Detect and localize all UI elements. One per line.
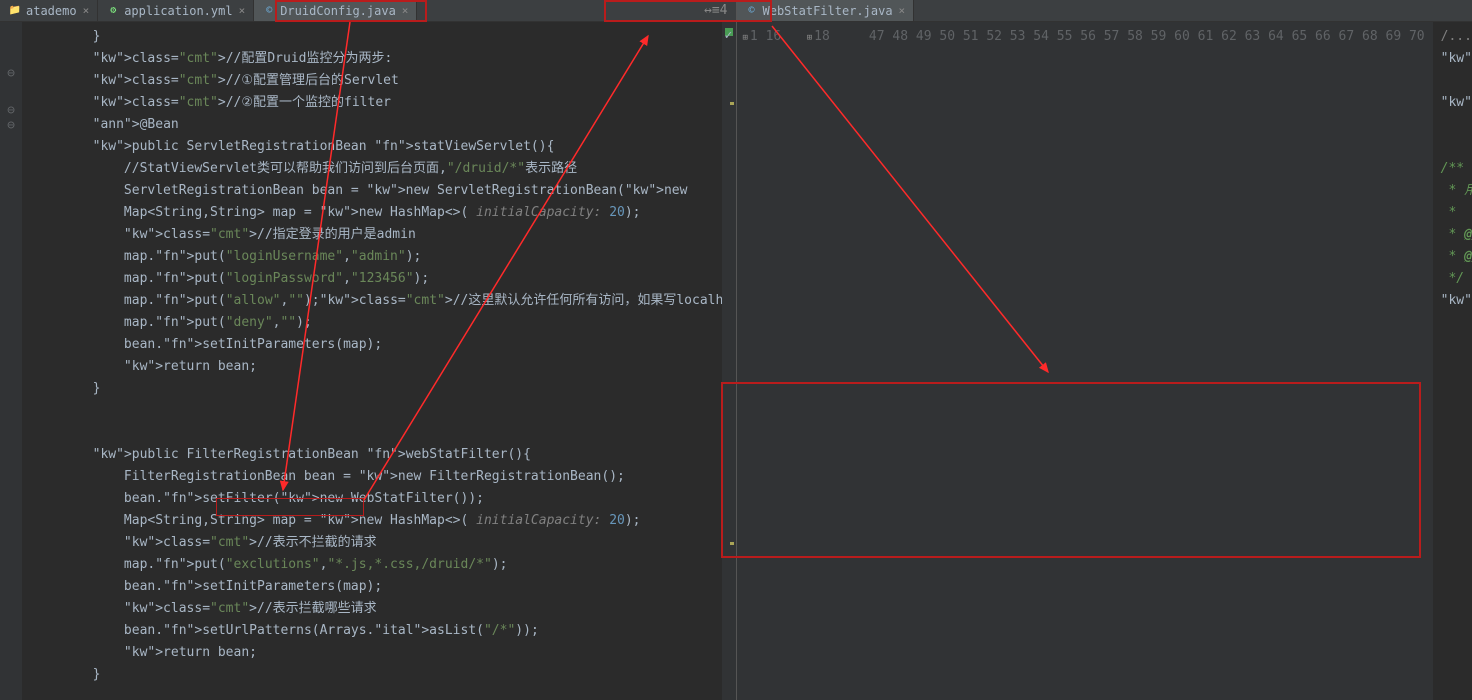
tab-label: DruidConfig.java <box>280 4 396 18</box>
status-ok-mark: ✓ <box>725 28 733 36</box>
tab-application-yml[interactable]: ⚙ application.yml × <box>98 0 254 21</box>
tab-webstatfilter[interactable]: © WebStatFilter.java × <box>737 0 915 21</box>
right-tab-bar: © WebStatFilter.java × <box>737 0 1472 22</box>
left-tab-bar: 📁 atademo × ⚙ application.yml × © DruidC… <box>0 0 736 22</box>
tab-label: atademo <box>26 4 77 18</box>
close-icon[interactable]: × <box>402 4 409 17</box>
class-icon: © <box>745 4 759 18</box>
class-icon: © <box>262 4 276 18</box>
split-indicator[interactable]: ↔≡4 <box>696 0 735 21</box>
right-code[interactable]: /.../ "kw">package com.alibaba.druid.sup… <box>1433 22 1472 700</box>
warn-mark <box>730 542 734 545</box>
left-code[interactable]: } "kw">class="cmt">//配置Druid监控分为两步: "kw"… <box>22 22 722 700</box>
left-gutter[interactable]: ⊖ ⊖ ⊖ <box>0 22 22 700</box>
tab-druid-config[interactable]: © DruidConfig.java × <box>254 0 417 21</box>
right-editor-body: ⊞1 16 ⊞18 47 48 49 50 51 52 53 54 55 56 … <box>737 22 1472 700</box>
right-line-numbers: ⊞1 16 ⊞18 47 48 49 50 51 52 53 54 55 56 … <box>737 22 1433 700</box>
left-editor-body: ⊖ ⊖ ⊖ } "kw">class="cmt">//配置Druid监控分为两步… <box>0 22 736 700</box>
folder-icon: 📁 <box>8 4 22 18</box>
close-icon[interactable]: × <box>83 4 90 17</box>
left-editor-pane: 📁 atademo × ⚙ application.yml × © DruidC… <box>0 0 737 700</box>
yaml-icon: ⚙ <box>106 4 120 18</box>
ide-split-editor: 📁 atademo × ⚙ application.yml × © DruidC… <box>0 0 1472 700</box>
right-editor-pane: © WebStatFilter.java × ⊞1 16 ⊞18 47 48 4… <box>737 0 1472 700</box>
tab-label: application.yml <box>124 4 232 18</box>
tab-label: WebStatFilter.java <box>763 4 893 18</box>
close-icon[interactable]: × <box>239 4 246 17</box>
warn-mark <box>730 102 734 105</box>
close-icon[interactable]: × <box>899 4 906 17</box>
left-mark-bar[interactable]: ✓ <box>722 22 736 700</box>
tab-atademo[interactable]: 📁 atademo × <box>0 0 98 21</box>
